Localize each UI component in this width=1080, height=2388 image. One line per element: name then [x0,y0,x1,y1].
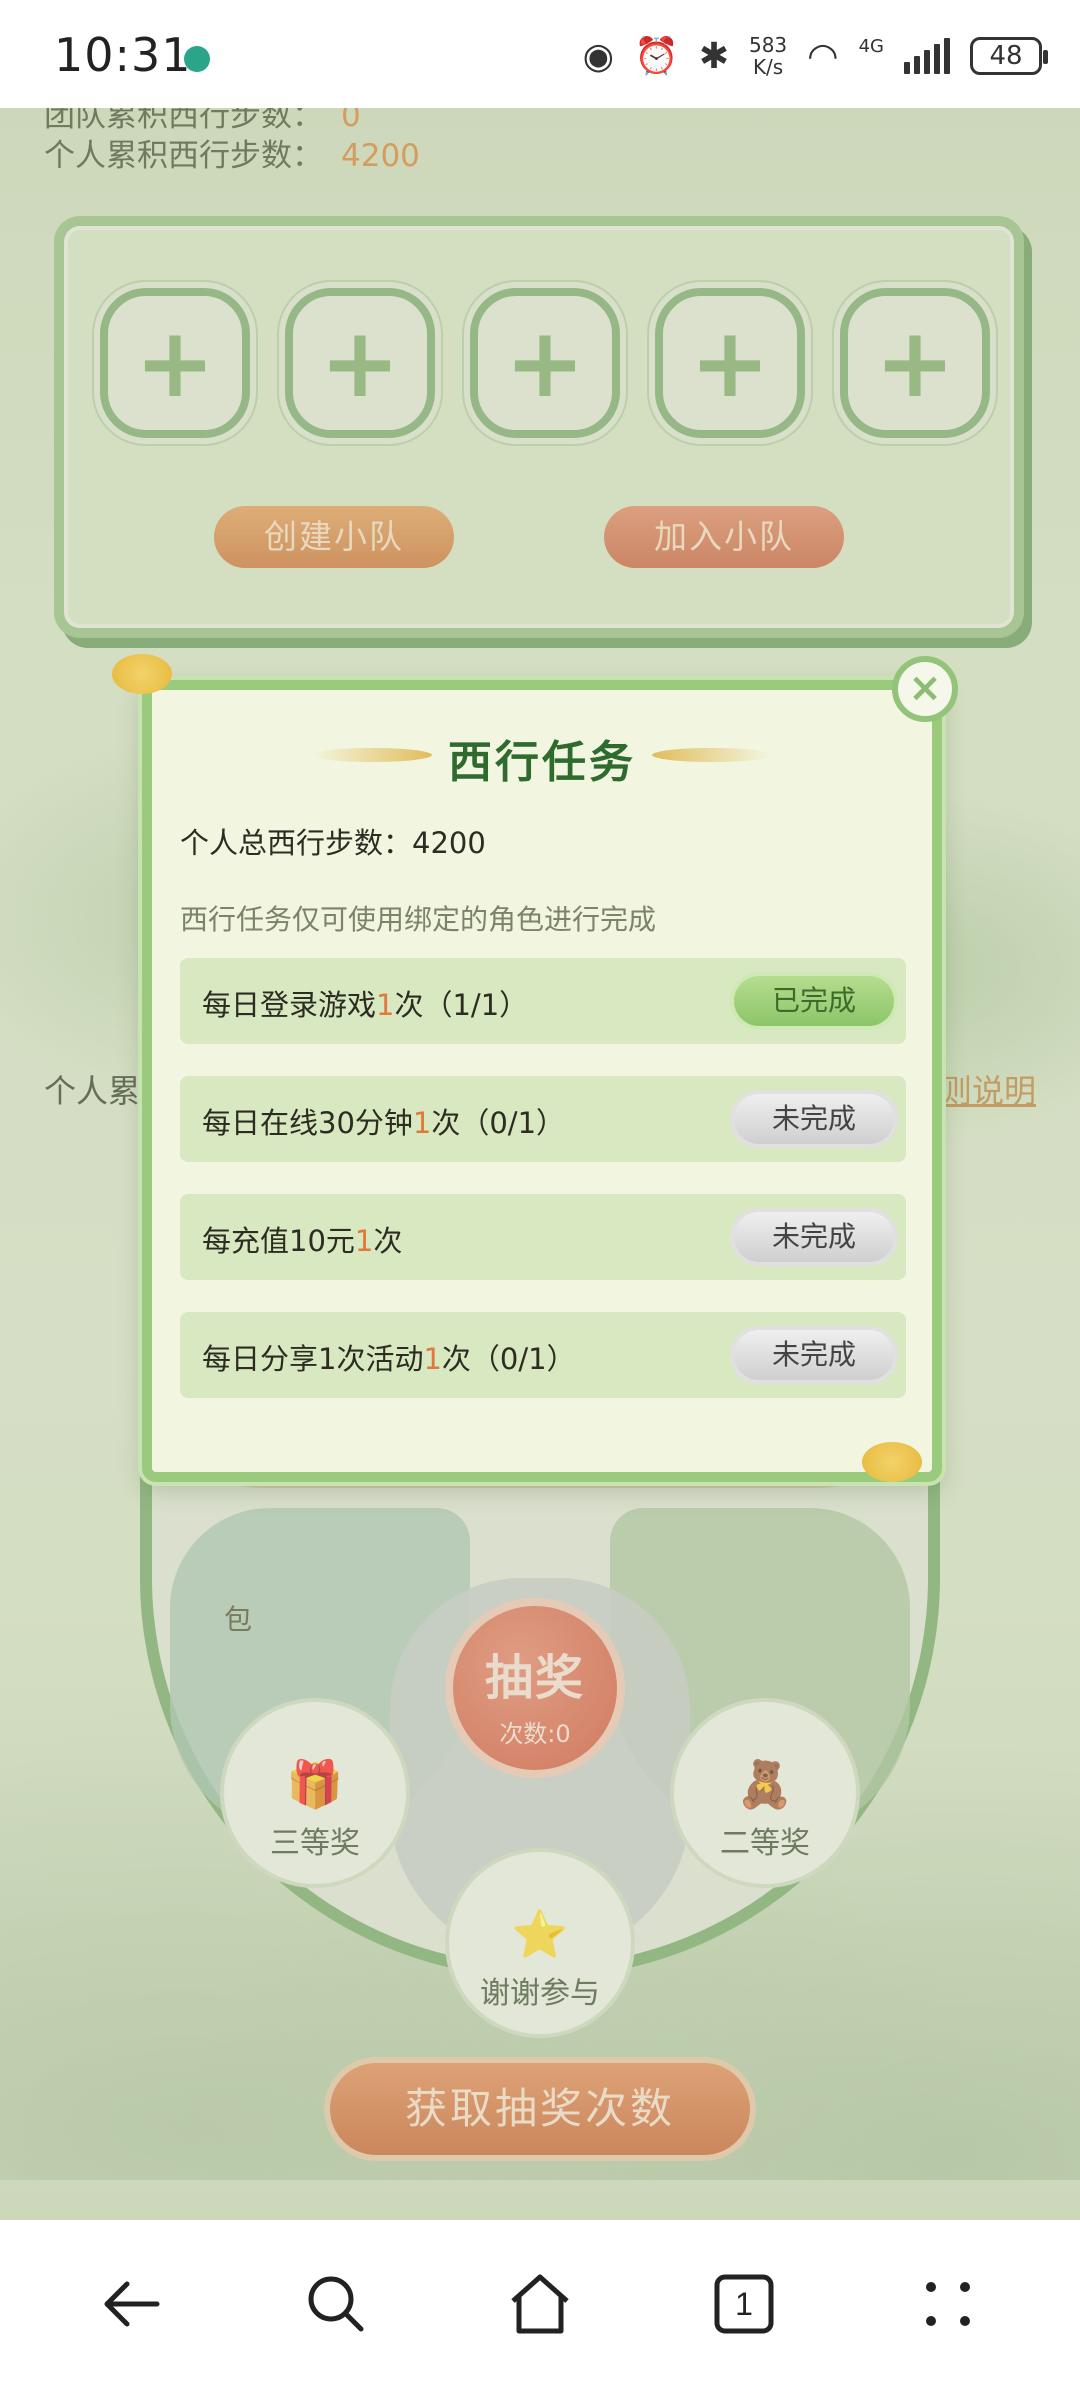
back-button[interactable] [72,2244,192,2364]
menu-dots-icon [926,2282,970,2326]
tabs-icon: 1 [714,2274,774,2334]
search-icon [308,2276,364,2332]
status-icons: ◉ ⏰ ✱ 583 K/s ◠ 4G 48 [582,28,1048,84]
app-notification-icon [184,46,210,72]
alarm-icon: ⏰ [633,36,679,77]
task-note: 西行任务仅可使用绑定的角色进行完成 [180,903,657,936]
task-row: 每日分享1次活动1次（0/1） 未完成 [180,1312,906,1398]
status-time: 10:31 [54,28,192,82]
modal-title: 西行任务 [448,737,636,788]
search-button[interactable] [276,2244,396,2364]
task-status-incomplete[interactable]: 未完成 [734,1212,894,1262]
bluetooth-icon: ✱ [698,35,729,77]
menu-button[interactable] [888,2244,1008,2364]
home-button[interactable] [480,2244,600,2364]
status-bar: 10:31 ◉ ⏰ ✱ 583 K/s ◠ 4G 48 [0,0,1080,108]
task-row: 每日登录游戏1次（1/1） 已完成 [180,958,906,1044]
task-status-incomplete[interactable]: 未完成 [734,1094,894,1144]
task-status-done[interactable]: 已完成 [734,976,894,1026]
task-status-incomplete[interactable]: 未完成 [734,1330,894,1380]
total-steps: 个人总西行步数：4200 [180,826,486,860]
network-type: 4G [858,35,884,57]
back-arrow-icon [104,2281,160,2327]
eye-icon: ◉ [582,35,614,77]
signal-icon [904,38,950,74]
network-speed: 583 K/s [748,33,788,79]
close-icon[interactable]: × [892,656,958,722]
battery-icon: 48 [970,37,1048,75]
task-row: 每日在线30分钟1次（0/1） 未完成 [180,1076,906,1162]
flower-decoration [112,654,172,694]
flower-decoration [862,1442,922,1482]
tabs-button[interactable]: 1 [684,2244,804,2364]
task-modal: 西行任务 个人总西行步数：4200 西行任务仅可使用绑定的角色进行完成 每日登录… [112,654,942,1482]
browser-nav-bar: 1 [0,2220,1080,2388]
wifi-icon: ◠ [807,35,839,77]
home-icon [511,2274,569,2334]
task-row: 每充值10元1次 未完成 [180,1194,906,1280]
tab-count: 1 [735,2286,753,2322]
